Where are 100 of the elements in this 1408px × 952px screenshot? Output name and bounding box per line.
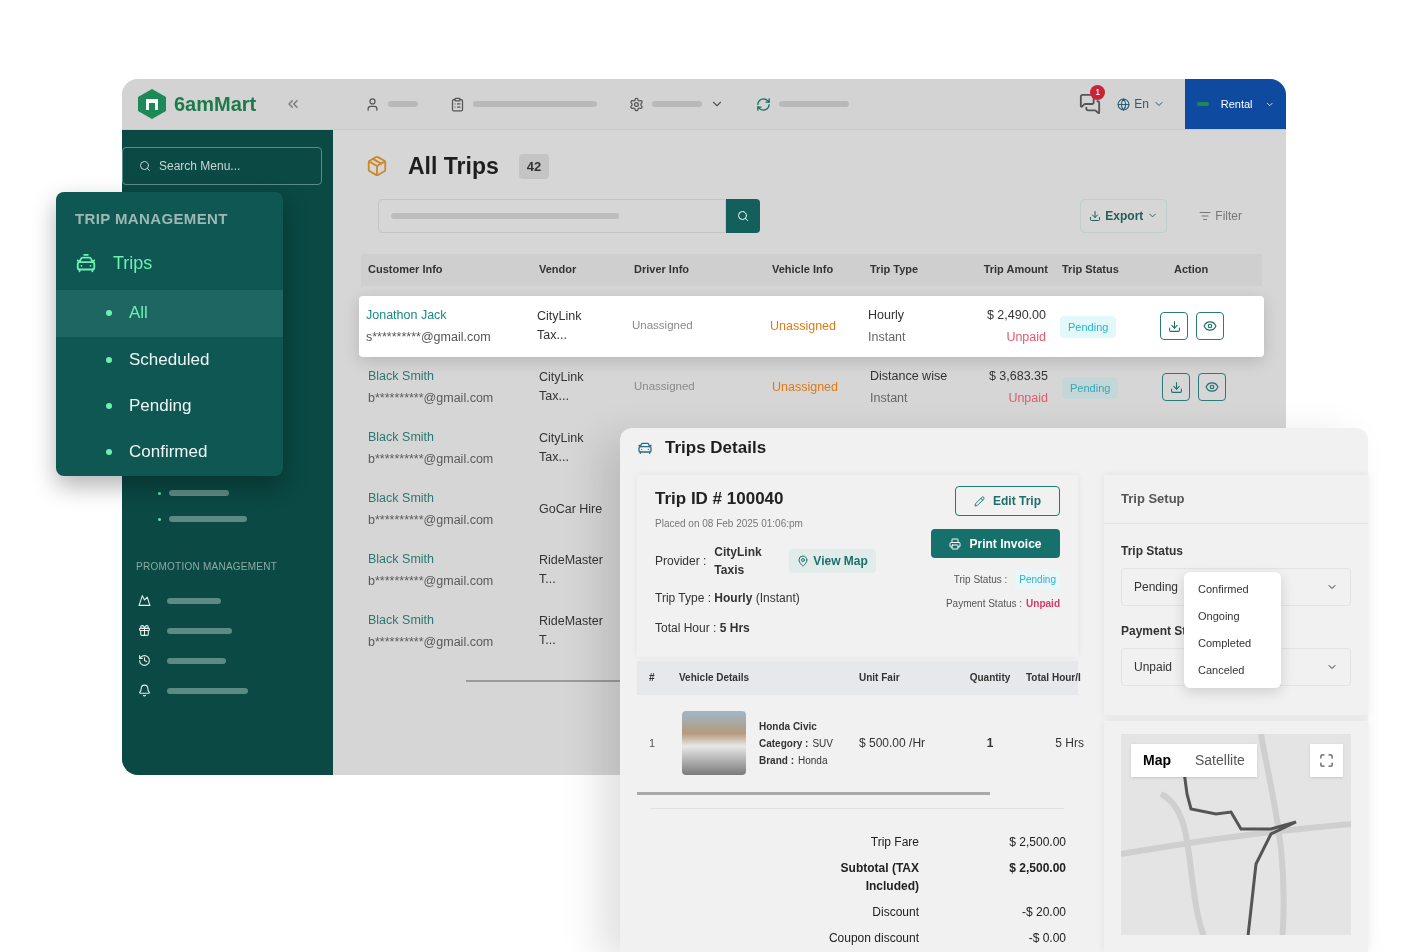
category-label: Category :: [759, 736, 809, 751]
trip-mode: Instant: [870, 389, 909, 407]
dropdown-option[interactable]: Ongoing: [1184, 603, 1281, 630]
column-header: Action: [1173, 262, 1210, 278]
placeholder-bar: [167, 657, 226, 664]
menu-item[interactable]: Scheduled: [56, 336, 283, 383]
summary-label: Coupon discount: [828, 929, 919, 947]
panel-title: Trips Details: [665, 437, 767, 460]
menu-item[interactable]: Pending: [56, 382, 283, 429]
column-header: Trip Amount: [982, 262, 1049, 278]
print-invoice-button[interactable]: Print Invoice: [931, 529, 1060, 558]
view-button[interactable]: [1196, 312, 1224, 340]
menu-title[interactable]: Trips: [113, 250, 153, 277]
provider-label: Provider :: [655, 552, 707, 570]
view-button[interactable]: [1198, 373, 1226, 401]
driver-info: Unassigned: [634, 379, 696, 395]
column-header: Unit Fair: [859, 671, 901, 685]
pencil-icon: [974, 495, 985, 507]
customer-email: b**********@gmail.com: [368, 633, 495, 651]
vendor-name: RideMaster T...: [539, 613, 604, 649]
summary-value: -$ 0.00: [1027, 929, 1066, 947]
chat-icon[interactable]: [1079, 93, 1102, 115]
customer-name[interactable]: Jonathon Jack: [366, 305, 537, 325]
fullscreen-icon: [1319, 753, 1334, 768]
payment-status: Unpaid: [1006, 328, 1046, 346]
item-index: 1: [649, 735, 657, 751]
unit-fare: $ 500.00 /Hr: [859, 735, 927, 752]
customer-email: s**********@gmail.com: [366, 328, 492, 346]
photo-placeholder: [682, 711, 746, 775]
gift-icon[interactable]: [138, 624, 151, 637]
table-row[interactable]: Black Smith b**********@gmail.com RideMaster T...: [361, 539, 607, 601]
summary-value: $ 2,500.00: [1008, 833, 1066, 851]
brand-label: Brand :: [759, 753, 794, 768]
menu-item[interactable]: All: [56, 289, 283, 337]
bullet-icon: [106, 356, 112, 363]
package-icon: [366, 155, 388, 178]
image-icon[interactable]: [138, 594, 151, 607]
download-button[interactable]: [1160, 312, 1188, 340]
export-button[interactable]: Export: [1080, 198, 1168, 233]
vehicle-name: Honda Civic: [759, 719, 818, 734]
dropdown-option[interactable]: Completed: [1184, 630, 1281, 657]
bullet-icon: [106, 448, 112, 455]
field-label: Trip Status: [1121, 542, 1184, 560]
payment-status: Unpaid: [1026, 597, 1060, 611]
menu-item[interactable]: Confirmed: [56, 428, 283, 475]
customer-name[interactable]: Black Smith: [368, 366, 539, 386]
sync-icon[interactable]: [756, 96, 771, 112]
map-tab[interactable]: Map: [1131, 744, 1183, 777]
eye-icon: [1203, 319, 1217, 333]
language-selector[interactable]: En: [1117, 95, 1165, 113]
logo-icon: [138, 89, 166, 119]
status-label: Trip Status :: [953, 573, 1008, 587]
summary-value: -$ 20.00: [1020, 903, 1066, 921]
placeholder-bar: [779, 101, 849, 107]
map-view[interactable]: Map Satellite: [1121, 734, 1351, 935]
trip-mode: Instant: [868, 328, 907, 346]
filter-icon: [1199, 209, 1212, 222]
search-button[interactable]: [726, 198, 760, 233]
menu-heading: TRIP MANAGEMENT: [75, 209, 229, 229]
dropdown-option[interactable]: Canceled: [1184, 657, 1281, 684]
dropdown-option[interactable]: Confirmed: [1184, 576, 1281, 603]
table-row[interactable]: Black Smith b**********@gmail.com CityLink Tax...: [361, 417, 607, 479]
total-hours: 5 Hrs: [1054, 735, 1084, 752]
history-icon[interactable]: [138, 654, 151, 667]
download-icon: [1169, 380, 1183, 394]
customer-name[interactable]: Black Smith: [368, 549, 539, 569]
download-icon: [1089, 209, 1102, 222]
customer-name[interactable]: Black Smith: [368, 488, 539, 508]
column-header: Trip Type: [870, 262, 920, 278]
category-value: SUV: [812, 736, 833, 751]
placeholder-bar: [167, 597, 221, 604]
edit-trip-button[interactable]: Edit Trip: [955, 486, 1060, 516]
search-menu-field[interactable]: Search Menu...: [122, 147, 322, 185]
table-row[interactable]: Black Smith b**********@gmail.com CityLink Tax... Unassigned Unassigned Distance wise Instant $ 3,683.35 Unpaid Pending: [361, 356, 1262, 418]
settings-icon[interactable]: [629, 96, 644, 112]
placeholder-bar: [388, 101, 418, 107]
vehicle-info: Unassigned: [770, 317, 837, 335]
status-badge: Pending: [1015, 570, 1060, 589]
status-badge: Pending: [1060, 315, 1117, 339]
summary-label: Discount: [872, 903, 919, 921]
customer-name[interactable]: Black Smith: [368, 427, 539, 447]
customer-name[interactable]: Black Smith: [368, 610, 539, 630]
bell-icon[interactable]: [138, 684, 151, 697]
pin-icon: [797, 554, 810, 567]
table-row[interactable]: Jonathon Jack s**********@gmail.com CityLink Tax... Unassigned Unassigned Hourly Instant $ 2,490.00 Unpaid Pending: [359, 295, 1264, 357]
search-field[interactable]: [378, 198, 726, 233]
view-map-button[interactable]: View Map: [789, 548, 876, 573]
user-icon[interactable]: [365, 96, 380, 112]
download-button[interactable]: [1162, 373, 1190, 401]
table-row[interactable]: Black Smith b**********@gmail.com GoCar Hire: [361, 478, 607, 540]
trip-amount: $ 3,683.35: [988, 367, 1048, 385]
table-row[interactable]: Black Smith b**********@gmail.com RideMaster T...: [361, 600, 607, 662]
placeholder-bar: [652, 101, 702, 107]
page-title: All Trips: [408, 152, 499, 181]
module-button[interactable]: Rental: [1185, 79, 1286, 129]
map-tab[interactable]: Satellite: [1183, 744, 1257, 777]
column-header: Vendor: [539, 262, 578, 278]
fullscreen-button[interactable]: [1310, 744, 1343, 777]
trip-type: Hourly: [868, 306, 906, 324]
clipboard-icon[interactable]: [450, 96, 465, 112]
